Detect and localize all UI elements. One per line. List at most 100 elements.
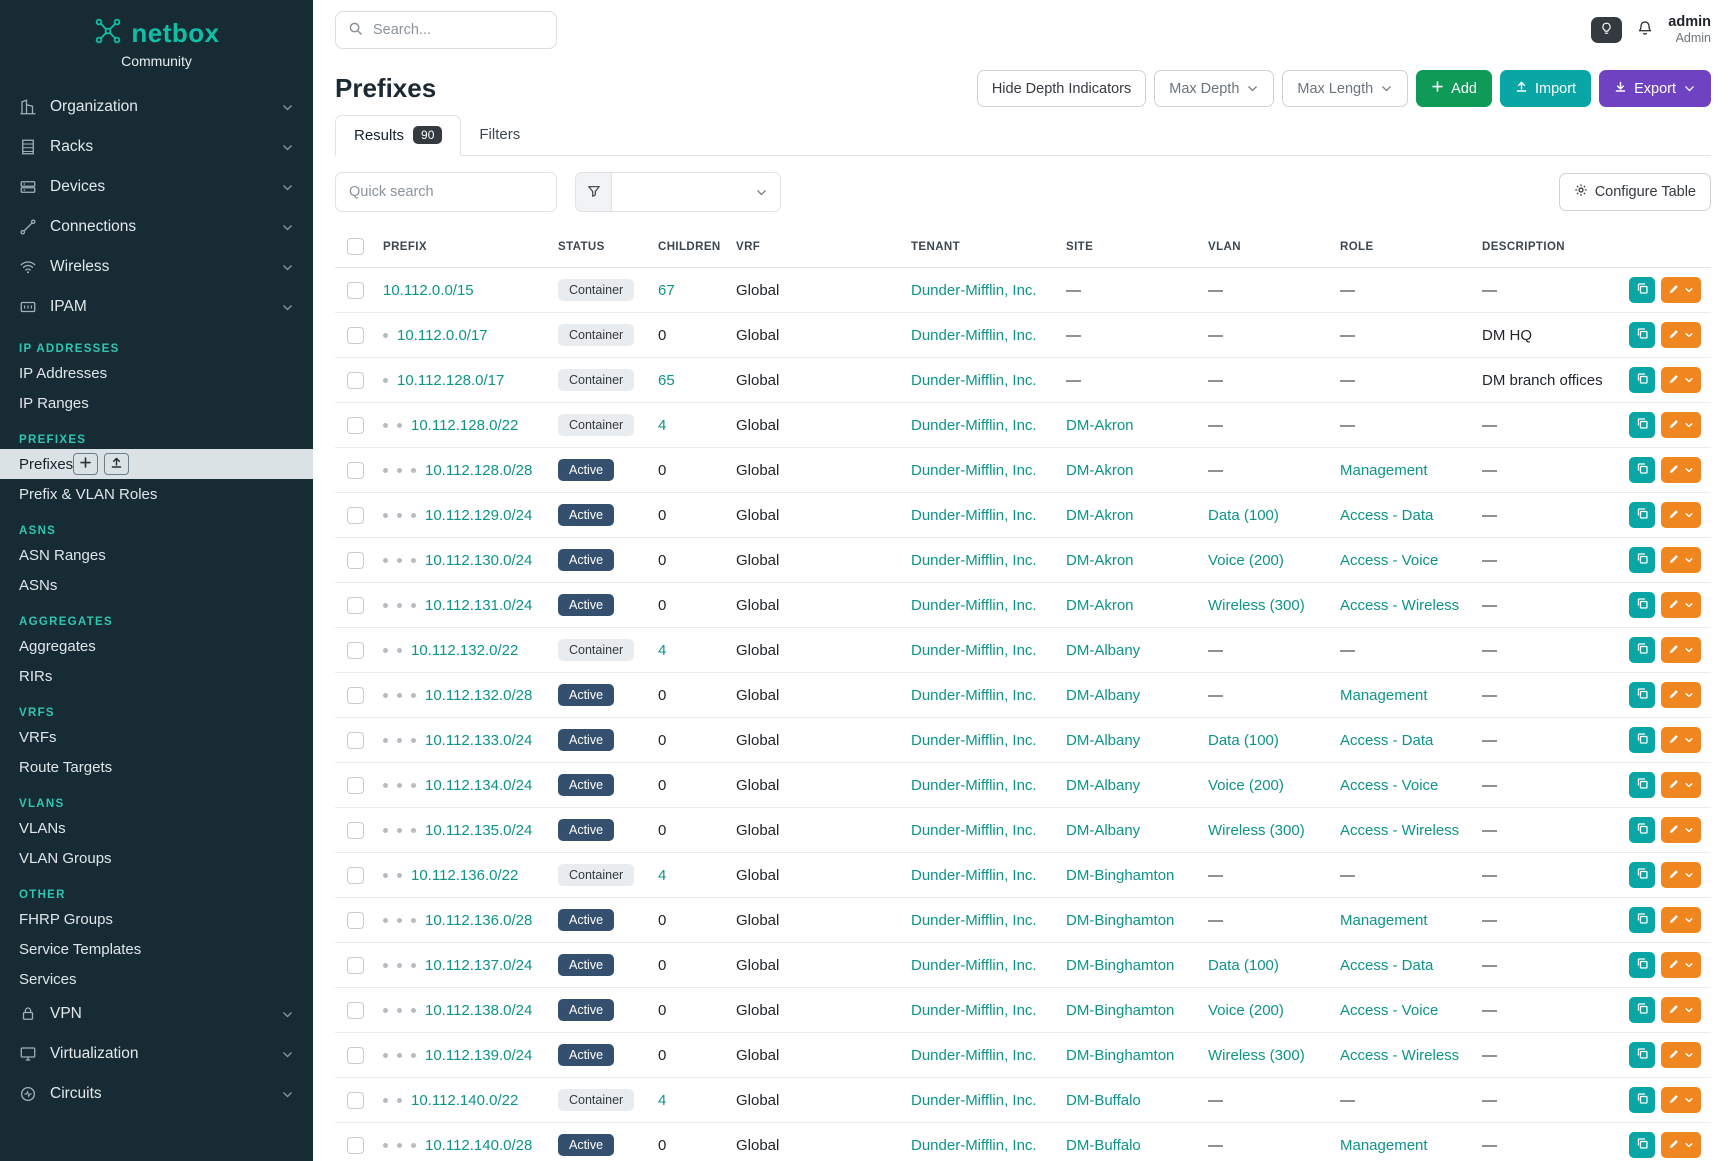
sidebar-item-wireless[interactable]: Wireless [0,247,313,287]
sidebar-item-organization[interactable]: Organization [0,87,313,127]
saved-filter-select[interactable] [611,172,781,212]
vlan-link[interactable]: Voice (200) [1208,552,1284,569]
tenant-link[interactable]: Dunder-Mifflin, Inc. [911,552,1037,569]
role-link[interactable]: Access - Wireless [1340,822,1459,839]
site-link[interactable]: DM-Binghamton [1066,1002,1174,1019]
max-length-dropdown[interactable]: Max Length [1282,70,1408,107]
prefix-link[interactable]: 10.112.132.0/22 [411,642,518,659]
edit-button[interactable] [1661,412,1701,438]
children-link[interactable]: 4 [658,642,666,659]
vlan-link[interactable]: Wireless (300) [1208,597,1305,614]
sidebar-item-service-templates[interactable]: Service Templates [0,934,313,964]
site-link[interactable]: DM-Akron [1066,417,1134,434]
tab-results[interactable]: Results 90 [335,115,461,156]
row-checkbox[interactable] [347,282,364,299]
row-checkbox[interactable] [347,507,364,524]
clone-button[interactable] [1629,682,1655,708]
notifications-button[interactable] [1637,20,1653,39]
sidebar-item-route-targets[interactable]: Route Targets [0,752,313,782]
row-checkbox[interactable] [347,1137,364,1154]
sidebar-item-aggregates[interactable]: Aggregates [0,631,313,661]
row-checkbox[interactable] [347,777,364,794]
select-all-checkbox[interactable] [347,238,364,255]
row-checkbox[interactable] [347,867,364,884]
edit-button[interactable] [1661,817,1701,843]
tenant-link[interactable]: Dunder-Mifflin, Inc. [911,1002,1037,1019]
row-checkbox[interactable] [347,957,364,974]
tenant-link[interactable]: Dunder-Mifflin, Inc. [911,777,1037,794]
quick-add-button[interactable] [73,453,98,475]
edit-button[interactable] [1661,772,1701,798]
prefix-link[interactable]: 10.112.132.0/28 [425,687,532,704]
row-checkbox[interactable] [347,732,364,749]
prefix-link[interactable]: 10.112.136.0/22 [411,867,518,884]
sidebar-item-connections[interactable]: Connections [0,207,313,247]
hide-depth-indicators-button[interactable]: Hide Depth Indicators [977,70,1146,107]
tenant-link[interactable]: Dunder-Mifflin, Inc. [911,372,1037,389]
tenant-link[interactable]: Dunder-Mifflin, Inc. [911,912,1037,929]
row-checkbox[interactable] [347,1092,364,1109]
clone-button[interactable] [1629,367,1655,393]
prefix-link[interactable]: 10.112.140.0/28 [425,1137,532,1154]
tenant-link[interactable]: Dunder-Mifflin, Inc. [911,867,1037,884]
edit-button[interactable] [1661,682,1701,708]
vlan-link[interactable]: Voice (200) [1208,1002,1284,1019]
role-link[interactable]: Access - Voice [1340,552,1438,569]
row-checkbox[interactable] [347,1002,364,1019]
prefix-link[interactable]: 10.112.136.0/28 [425,912,532,929]
sidebar-item-asns[interactable]: ASNs [0,570,313,600]
edit-button[interactable] [1661,997,1701,1023]
clone-button[interactable] [1629,322,1655,348]
prefix-link[interactable]: 10.112.129.0/24 [425,507,532,524]
sidebar-item-services[interactable]: Services [0,964,313,994]
clone-button[interactable] [1629,1042,1655,1068]
row-checkbox[interactable] [347,462,364,479]
role-link[interactable]: Access - Data [1340,957,1433,974]
brand[interactable]: netbox Community [0,0,313,79]
search-input[interactable] [373,22,544,38]
sidebar-item-ipam[interactable]: IPAM [0,287,313,327]
clone-button[interactable] [1629,412,1655,438]
row-checkbox[interactable] [347,642,364,659]
tenant-link[interactable]: Dunder-Mifflin, Inc. [911,687,1037,704]
clone-button[interactable] [1629,862,1655,888]
column-header-role[interactable]: Role [1330,222,1472,268]
clone-button[interactable] [1629,502,1655,528]
edit-button[interactable] [1661,547,1701,573]
sidebar-item-vlan-groups[interactable]: VLAN Groups [0,843,313,873]
vlan-link[interactable]: Voice (200) [1208,777,1284,794]
role-link[interactable]: Access - Data [1340,732,1433,749]
site-link[interactable]: DM-Buffalo [1066,1092,1141,1109]
row-checkbox[interactable] [347,687,364,704]
row-checkbox[interactable] [347,597,364,614]
tenant-link[interactable]: Dunder-Mifflin, Inc. [911,507,1037,524]
row-checkbox[interactable] [347,327,364,344]
prefix-link[interactable]: 10.112.128.0/28 [425,462,532,479]
prefix-link[interactable]: 10.112.140.0/22 [411,1092,518,1109]
edit-button[interactable] [1661,367,1701,393]
column-header-status[interactable]: Status [548,222,648,268]
column-header-description[interactable]: Description [1472,222,1619,268]
site-link[interactable]: DM-Binghamton [1066,867,1174,884]
role-link[interactable]: Management [1340,1137,1428,1154]
site-link[interactable]: DM-Albany [1066,687,1140,704]
site-link[interactable]: DM-Binghamton [1066,1047,1174,1064]
clone-button[interactable] [1629,997,1655,1023]
tenant-link[interactable]: Dunder-Mifflin, Inc. [911,1047,1037,1064]
tenant-link[interactable]: Dunder-Mifflin, Inc. [911,642,1037,659]
vlan-link[interactable]: Wireless (300) [1208,822,1305,839]
site-link[interactable]: DM-Albany [1066,732,1140,749]
row-checkbox[interactable] [347,372,364,389]
prefix-link[interactable]: 10.112.128.0/22 [411,417,518,434]
children-link[interactable]: 4 [658,1092,666,1109]
site-link[interactable]: DM-Akron [1066,462,1134,479]
clone-button[interactable] [1629,907,1655,933]
sidebar-item-virtualization[interactable]: Virtualization [0,1034,313,1074]
sidebar-item-vlans[interactable]: VLANs [0,813,313,843]
tenant-link[interactable]: Dunder-Mifflin, Inc. [911,417,1037,434]
edit-button[interactable] [1661,952,1701,978]
sidebar-item-vrfs[interactable]: VRFs [0,722,313,752]
site-link[interactable]: DM-Akron [1066,597,1134,614]
tenant-link[interactable]: Dunder-Mifflin, Inc. [911,1092,1037,1109]
sidebar-item-ip-addresses[interactable]: IP Addresses [0,358,313,388]
